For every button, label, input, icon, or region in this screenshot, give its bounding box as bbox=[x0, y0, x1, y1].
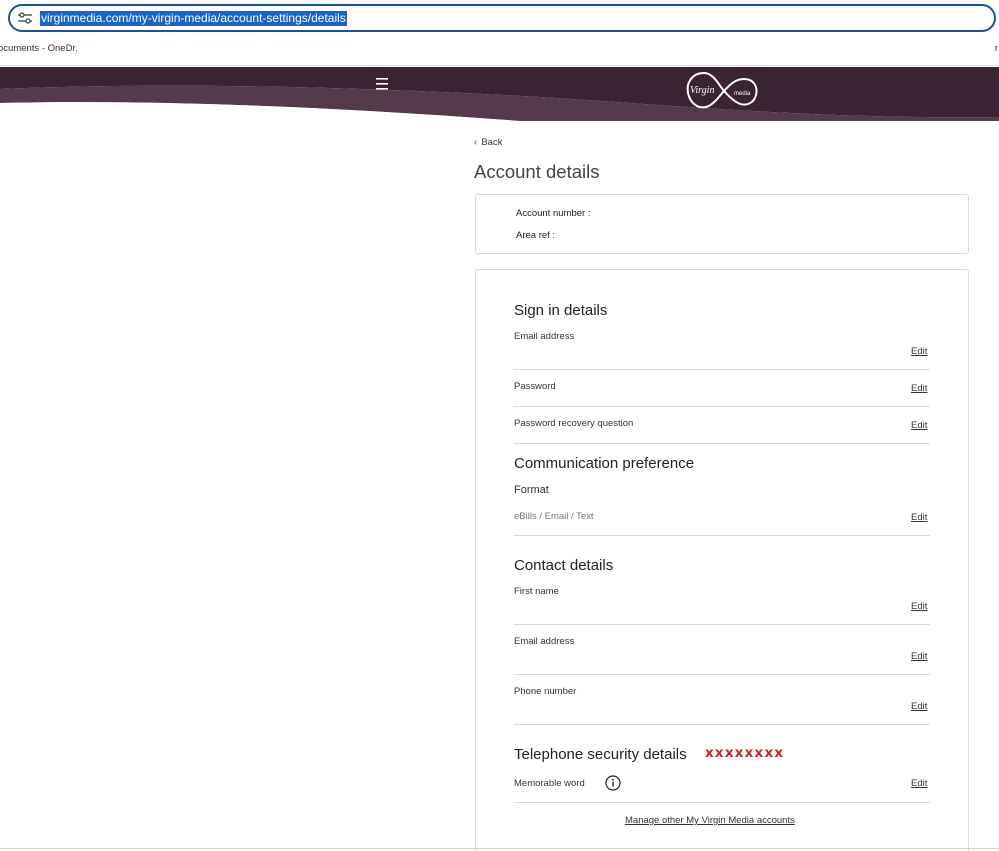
memorable-word-label: Memorable word bbox=[514, 778, 585, 789]
url-text[interactable]: virginmedia.com/my-virgin-media/account-… bbox=[40, 11, 347, 26]
format-value: eBills / Email / Text bbox=[514, 511, 594, 522]
info-icon[interactable] bbox=[605, 775, 621, 791]
edit-recovery-question-link[interactable]: Edit bbox=[911, 420, 927, 431]
bottom-border bbox=[0, 848, 999, 849]
sign-in-details-title: Sign in details bbox=[514, 302, 608, 319]
site-header: Virgin media bbox=[0, 67, 999, 121]
password-label: Password bbox=[514, 381, 556, 392]
divider bbox=[514, 406, 930, 407]
back-link[interactable]: ‹ Back bbox=[474, 137, 502, 148]
bookmarks-bar: ocuments - OneDr. r bbox=[0, 38, 999, 66]
masked-redaction: xxxxxxxx bbox=[705, 745, 785, 761]
logo-sub-text: media bbox=[734, 91, 751, 97]
bookmark-overflow[interactable]: r bbox=[995, 43, 998, 54]
edit-phone-number-link[interactable]: Edit bbox=[911, 701, 927, 712]
phone-number-label: Phone number bbox=[514, 686, 577, 697]
manage-accounts-link[interactable]: Manage other My Virgin Media accounts bbox=[625, 815, 795, 826]
format-label: Format bbox=[514, 484, 549, 496]
account-number-label: Account number : bbox=[516, 208, 591, 219]
edit-contact-email-link[interactable]: Edit bbox=[911, 651, 927, 662]
back-label: Back bbox=[481, 137, 503, 148]
divider bbox=[514, 724, 930, 725]
divider bbox=[514, 674, 930, 675]
divider bbox=[514, 624, 930, 625]
browser-toolbar: virginmedia.com/my-virgin-media/account-… bbox=[0, 0, 999, 38]
page-title: Account details bbox=[474, 161, 600, 182]
account-summary-card: Account number : Area ref : bbox=[475, 194, 969, 254]
divider bbox=[514, 802, 930, 803]
communication-preference-title: Communication preference bbox=[514, 455, 695, 472]
recovery-question-label: Password recovery question bbox=[514, 418, 634, 429]
first-name-label: First name bbox=[514, 586, 559, 597]
sign-in-email-label: Email address bbox=[514, 331, 575, 342]
edit-sign-in-email-link[interactable]: Edit bbox=[911, 346, 927, 357]
area-ref-label: Area ref : bbox=[516, 230, 556, 241]
edit-first-name-link[interactable]: Edit bbox=[911, 601, 927, 612]
telephone-security-title: Telephone security details bbox=[514, 746, 687, 763]
contact-details-title: Contact details bbox=[514, 557, 614, 574]
bookmark-onedrive[interactable]: ocuments - OneDr. bbox=[0, 43, 78, 54]
edit-memorable-word-link[interactable]: Edit bbox=[911, 778, 927, 789]
contact-email-label: Email address bbox=[514, 636, 575, 647]
divider bbox=[514, 369, 930, 370]
chevron-left-icon: ‹ bbox=[474, 137, 478, 148]
divider bbox=[514, 535, 930, 536]
divider bbox=[514, 443, 930, 444]
site-settings-icon[interactable] bbox=[18, 12, 32, 24]
header-background bbox=[0, 67, 999, 121]
hamburger-menu-icon[interactable] bbox=[372, 75, 392, 93]
edit-format-link[interactable]: Edit bbox=[911, 512, 927, 523]
edit-password-link[interactable]: Edit bbox=[911, 383, 927, 394]
address-bar[interactable]: virginmedia.com/my-virgin-media/account-… bbox=[8, 4, 996, 32]
virgin-media-logo[interactable]: Virgin media bbox=[684, 69, 760, 113]
logo-text: Virgin bbox=[690, 85, 714, 96]
